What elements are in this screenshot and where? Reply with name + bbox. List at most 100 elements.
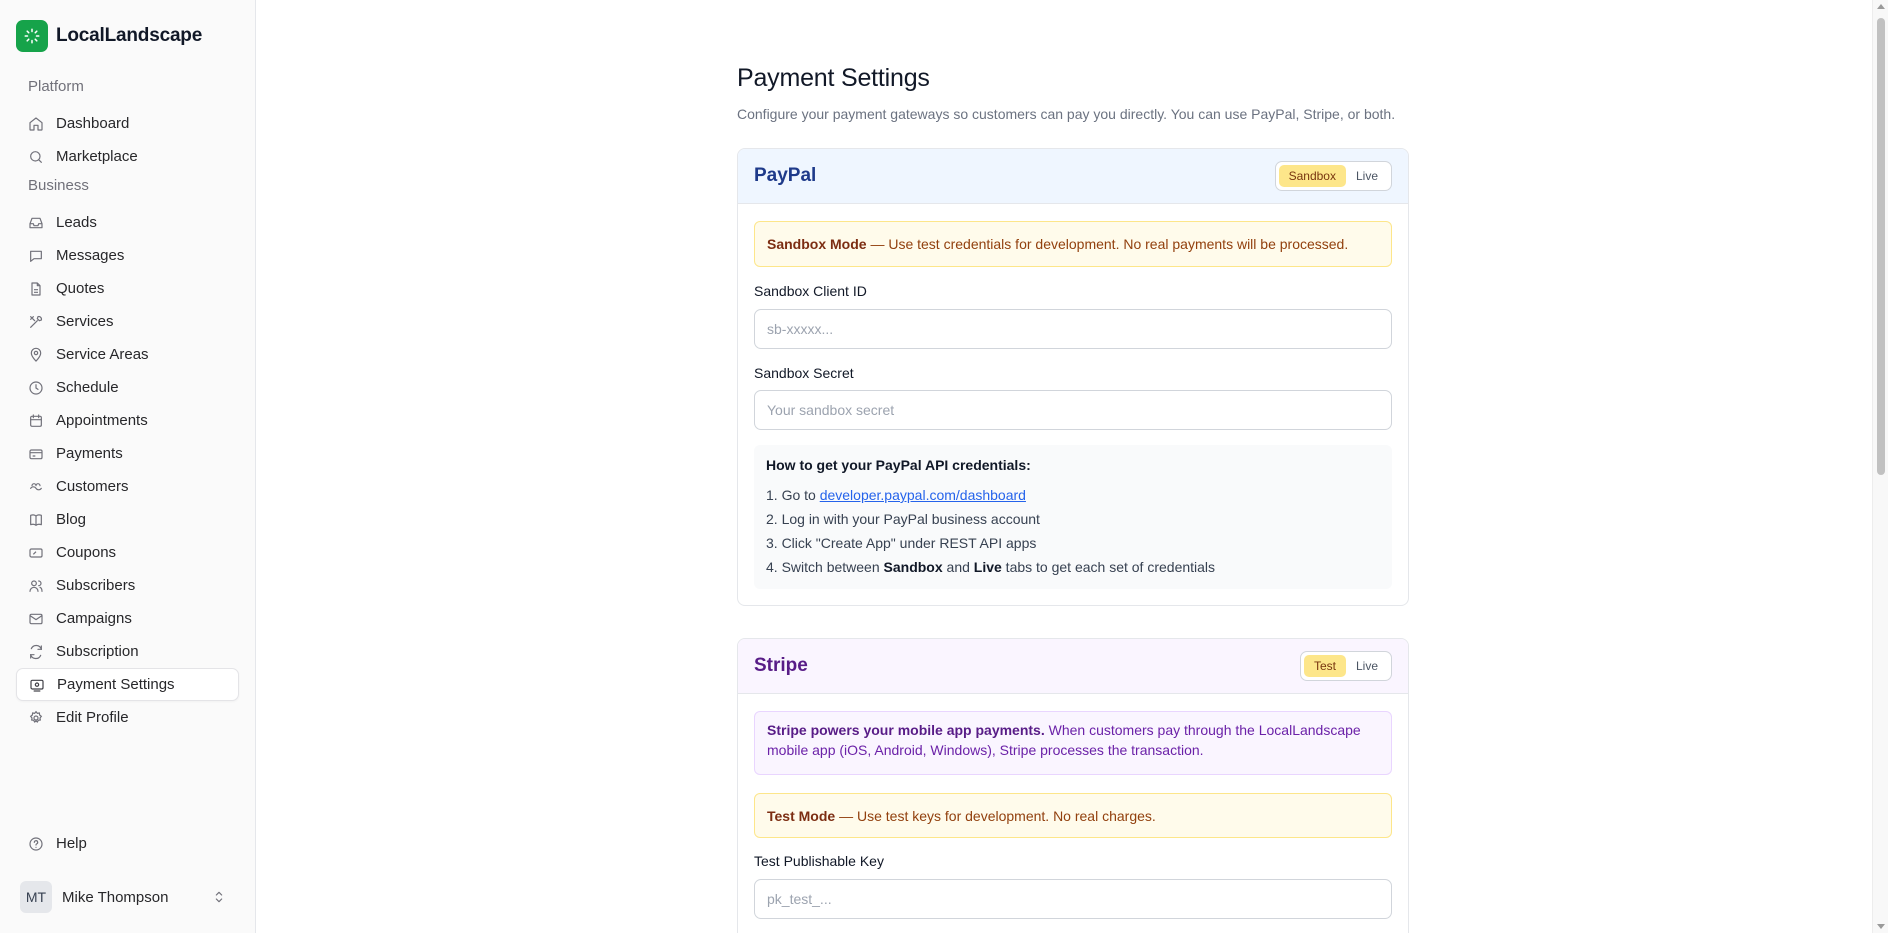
step-text: tabs to get each set of credentials xyxy=(1001,559,1216,575)
refresh-icon xyxy=(28,644,44,660)
inbox-icon xyxy=(28,215,44,231)
brand[interactable]: LocalLandscape xyxy=(16,20,202,52)
sidebar-item-label: Coupons xyxy=(56,544,117,561)
nav-section-platform: Platform xyxy=(28,78,84,95)
map-pin-icon xyxy=(28,347,44,363)
paypal-mode-sandbox[interactable]: Sandbox xyxy=(1278,165,1346,187)
main-content: Payment Settings Configure your payment … xyxy=(257,0,1888,933)
sandbox-client-id-label: Sandbox Client ID xyxy=(754,283,867,299)
stripe-mode-live[interactable]: Live xyxy=(1346,655,1388,677)
sidebar-item-label: Payment Settings xyxy=(57,676,175,693)
scroll-up-arrow-icon[interactable] xyxy=(1877,4,1885,9)
sidebar-item-customers[interactable]: Customers xyxy=(16,470,239,503)
stripe-title: Stripe xyxy=(754,655,808,676)
paypal-mode-live[interactable]: Live xyxy=(1346,165,1388,187)
sidebar-item-subscribers[interactable]: Subscribers xyxy=(16,569,239,602)
scroll-down-arrow-icon[interactable] xyxy=(1877,924,1885,929)
sidebar-item-appointments[interactable]: Appointments xyxy=(16,404,239,437)
stripe-card-header: Stripe Test Live xyxy=(738,639,1408,694)
stripe-mode-toggle: Test Live xyxy=(1299,651,1392,681)
scroll-thumb[interactable] xyxy=(1877,18,1885,475)
step-text: 1. Go to xyxy=(766,487,820,503)
sidebar-item-label: Quotes xyxy=(56,280,105,297)
sidebar-item-blog[interactable]: Blog xyxy=(16,503,239,536)
chat-icon xyxy=(28,248,44,264)
sandbox-secret-input[interactable] xyxy=(754,390,1392,430)
payment-settings-icon xyxy=(29,677,45,693)
alert-text: — Use test keys for development. No real… xyxy=(835,807,1156,824)
brand-name: LocalLandscape xyxy=(56,25,203,46)
sidebar-item-schedule[interactable]: Schedule xyxy=(16,371,239,404)
paypal-sandbox-alert: Sandbox Mode — Use test credentials for … xyxy=(754,221,1392,267)
help-step-2: 2. Log in with your PayPal business acco… xyxy=(766,511,1040,527)
sandbox-secret-label: Sandbox Secret xyxy=(754,365,854,381)
help-step-3: 3. Click "Create App" under REST API app… xyxy=(766,535,1037,551)
sidebar-item-leads[interactable]: Leads xyxy=(16,206,239,239)
sidebar-item-label: Leads xyxy=(56,214,97,231)
sidebar-item-services[interactable]: Services xyxy=(16,305,239,338)
sandbox-client-id-input[interactable] xyxy=(754,309,1392,349)
sidebar-item-label: Customers xyxy=(56,478,129,495)
paypal-title: PayPal xyxy=(754,165,817,186)
nav-section-business: Business xyxy=(28,177,89,194)
step-bold: Live xyxy=(973,559,1002,575)
sidebar-item-label: Subscription xyxy=(56,643,139,660)
chevron-up-down-icon xyxy=(215,891,223,903)
sidebar-item-payment-settings[interactable]: Payment Settings xyxy=(16,668,239,701)
stripe-card: Stripe Test Live Stripe powers your mobi… xyxy=(737,638,1409,933)
sidebar-item-edit-profile[interactable]: Edit Profile xyxy=(16,701,239,734)
credit-card-icon xyxy=(28,446,44,462)
step-bold: Sandbox xyxy=(883,559,943,575)
sidebar-item-label: Payments xyxy=(56,445,123,462)
sidebar-nav: Platform Dashboard Marketplace Business … xyxy=(16,74,239,734)
home-icon xyxy=(28,116,44,132)
help-step-1: 1. Go to developer.paypal.com/dashboard xyxy=(766,483,1380,507)
avatar: MT xyxy=(20,881,52,913)
stripe-mode-test[interactable]: Test xyxy=(1303,655,1346,677)
sidebar-item-messages[interactable]: Messages xyxy=(16,239,239,272)
sidebar-item-coupons[interactable]: Coupons xyxy=(16,536,239,569)
alert-title: Test Mode xyxy=(767,807,836,824)
sidebar-item-label: Service Areas xyxy=(56,346,149,363)
help-title: How to get your PayPal API credentials: xyxy=(766,457,1031,473)
sidebar-item-service-areas[interactable]: Service Areas xyxy=(16,338,239,371)
sidebar-item-label: Schedule xyxy=(56,379,119,396)
sidebar-item-dashboard[interactable]: Dashboard xyxy=(16,107,239,140)
file-icon xyxy=(28,281,44,297)
sidebar-item-campaigns[interactable]: Campaigns xyxy=(16,602,239,635)
sidebar-item-label: Appointments xyxy=(56,412,148,429)
sidebar-item-payments[interactable]: Payments xyxy=(16,437,239,470)
mail-icon xyxy=(28,611,44,627)
calendar-icon xyxy=(28,413,44,429)
sidebar-item-quotes[interactable]: Quotes xyxy=(16,272,239,305)
alert-title: Sandbox Mode xyxy=(767,236,867,252)
test-publishable-key-input[interactable] xyxy=(754,879,1392,919)
sidebar-item-marketplace[interactable]: Marketplace xyxy=(16,140,239,173)
sidebar-item-label: Campaigns xyxy=(56,610,132,627)
users-icon xyxy=(28,578,44,594)
test-publishable-key-label: Test Publishable Key xyxy=(754,853,884,869)
paypal-card-header: PayPal Sandbox Live xyxy=(738,149,1408,204)
step-text: 4. Switch between xyxy=(766,559,884,575)
customers-icon xyxy=(28,479,44,495)
paypal-developer-link[interactable]: developer.paypal.com/dashboard xyxy=(820,487,1026,503)
sidebar-item-label: Marketplace xyxy=(56,148,138,165)
page-scrollbar[interactable] xyxy=(1872,0,1888,933)
info-title: Stripe powers your mobile app payments. xyxy=(767,722,1045,738)
sidebar-item-subscription[interactable]: Subscription xyxy=(16,635,239,668)
paypal-card: PayPal Sandbox Live Sandbox Mode — Use t… xyxy=(737,148,1409,606)
user-menu[interactable]: MT Mike Thompson xyxy=(16,880,239,914)
gear-icon xyxy=(28,710,44,726)
book-icon xyxy=(28,512,44,528)
sidebar: LocalLandscape Platform Dashboard Market… xyxy=(0,0,256,933)
sidebar-item-label: Subscribers xyxy=(56,577,136,594)
alert-text: — Use test credentials for development. … xyxy=(866,236,1349,252)
user-name: Mike Thompson xyxy=(62,888,169,906)
sidebar-item-help[interactable]: Help xyxy=(16,827,239,860)
sidebar-item-label: Help xyxy=(56,835,87,852)
step-text: and xyxy=(942,559,974,575)
sidebar-item-label: Messages xyxy=(56,247,125,264)
sidebar-item-label: Dashboard xyxy=(56,115,130,132)
sparkle-logo-icon xyxy=(16,20,48,52)
stripe-info-alert: Stripe powers your mobile app payments. … xyxy=(754,711,1392,775)
